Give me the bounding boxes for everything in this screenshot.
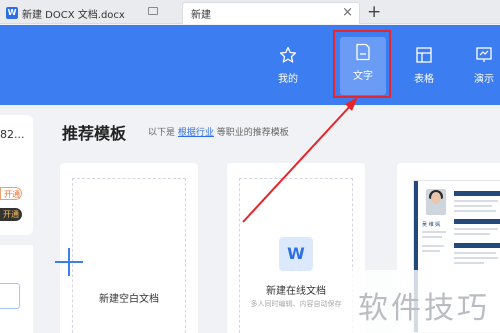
watermark-text: 软件技巧 bbox=[358, 291, 490, 326]
